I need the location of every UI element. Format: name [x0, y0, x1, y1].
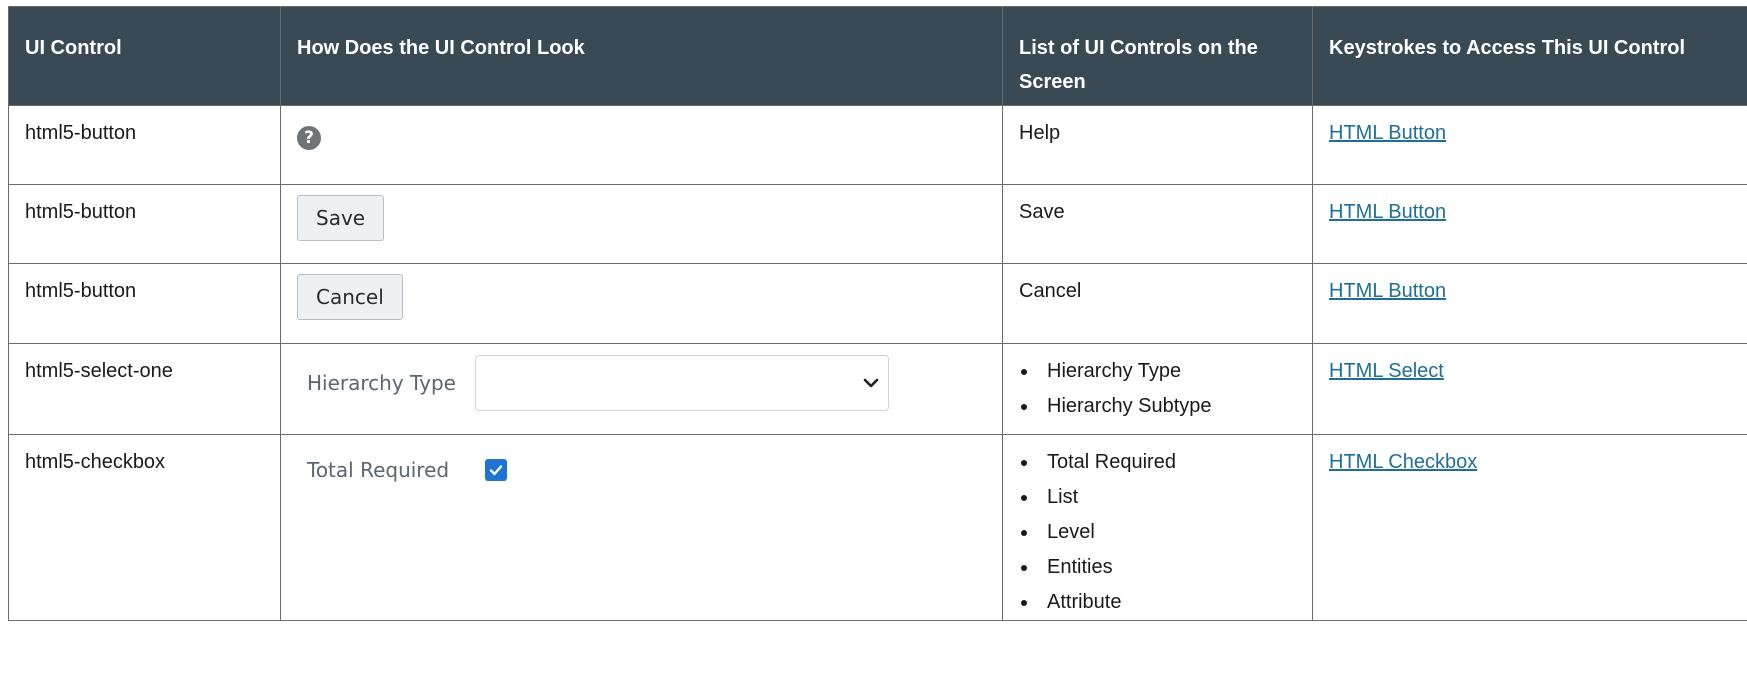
list-item: Hierarchy Type — [1039, 354, 1296, 389]
total-required-field: Total Required — [297, 453, 986, 487]
hierarchy-type-field: Hierarchy Type — [297, 354, 986, 412]
cell-controls-list: Cancel — [1002, 263, 1313, 344]
cell-keystrokes: HTML Checkbox — [1312, 434, 1747, 621]
list-item: Level — [1039, 515, 1296, 550]
save-button[interactable]: Save — [297, 195, 385, 241]
table-header-row: UI Control How Does the UI Control Look … — [8, 6, 1747, 106]
cell-control-type: html5-button — [8, 184, 281, 264]
header-controls-list: List of UI Controls on the Screen — [1002, 6, 1313, 106]
html-button-link[interactable]: HTML Button — [1329, 122, 1446, 144]
help-icon[interactable]: ? — [297, 126, 321, 150]
chevron-down-icon — [863, 378, 879, 388]
cell-look: Total Required — [280, 434, 1003, 621]
cell-keystrokes: HTML Button — [1312, 184, 1747, 264]
header-how-look: How Does the UI Control Look — [280, 6, 1003, 106]
table-row: html5-select-one Hierarchy Type Hierarch… — [8, 343, 1747, 435]
list-item: Total Required — [1039, 445, 1296, 480]
control-name: Help — [1019, 122, 1061, 144]
table-row: html5-button Cancel Cancel HTML Button — [8, 263, 1747, 344]
list-item: Entities — [1039, 550, 1296, 585]
html-checkbox-link[interactable]: HTML Checkbox — [1329, 451, 1477, 473]
control-name: Cancel — [1019, 280, 1082, 302]
total-required-label: Total Required — [307, 458, 450, 482]
html-button-link[interactable]: HTML Button — [1329, 201, 1446, 223]
list-item: List — [1039, 480, 1296, 515]
header-ui-control: UI Control — [8, 6, 281, 106]
total-required-checkbox[interactable] — [485, 459, 507, 481]
cancel-button[interactable]: Cancel — [297, 274, 403, 320]
hierarchy-type-select[interactable] — [475, 355, 889, 411]
cell-look: Save — [280, 184, 1003, 264]
list-item: Hierarchy Subtype — [1039, 389, 1296, 424]
checkmark-icon — [489, 465, 503, 476]
cell-control-type: html5-button — [8, 263, 281, 344]
html-button-link[interactable]: HTML Button — [1329, 280, 1446, 302]
control-name: Save — [1019, 201, 1065, 223]
cell-look: ? — [280, 105, 1003, 185]
table-row: html5-checkbox Total Required Total Requ… — [8, 434, 1747, 621]
table-row: html5-button ? Help HTML Button — [8, 105, 1747, 185]
controls-list: Hierarchy Type Hierarchy Subtype — [1019, 354, 1296, 424]
list-item: Attribute — [1039, 585, 1296, 620]
table-row: html5-button Save Save HTML Button — [8, 184, 1747, 264]
cell-keystrokes: HTML Select — [1312, 343, 1747, 435]
cell-controls-list: Save — [1002, 184, 1313, 264]
cell-look: Hierarchy Type — [280, 343, 1003, 435]
header-keystrokes: Keystrokes to Access This UI Control — [1312, 6, 1747, 106]
cell-control-type: html5-checkbox — [8, 434, 281, 621]
cell-controls-list: Help — [1002, 105, 1313, 185]
hierarchy-type-label: Hierarchy Type — [307, 371, 456, 395]
ui-controls-table: UI Control How Does the UI Control Look … — [8, 6, 1747, 621]
cell-controls-list: Hierarchy Type Hierarchy Subtype — [1002, 343, 1313, 435]
cell-control-type: html5-button — [8, 105, 281, 185]
controls-list: Total Required List Level Entities Attri… — [1019, 445, 1296, 620]
cell-look: Cancel — [280, 263, 1003, 344]
cell-keystrokes: HTML Button — [1312, 105, 1747, 185]
cell-controls-list: Total Required List Level Entities Attri… — [1002, 434, 1313, 621]
html-select-link[interactable]: HTML Select — [1329, 360, 1444, 382]
cell-keystrokes: HTML Button — [1312, 263, 1747, 344]
cell-control-type: html5-select-one — [8, 343, 281, 435]
